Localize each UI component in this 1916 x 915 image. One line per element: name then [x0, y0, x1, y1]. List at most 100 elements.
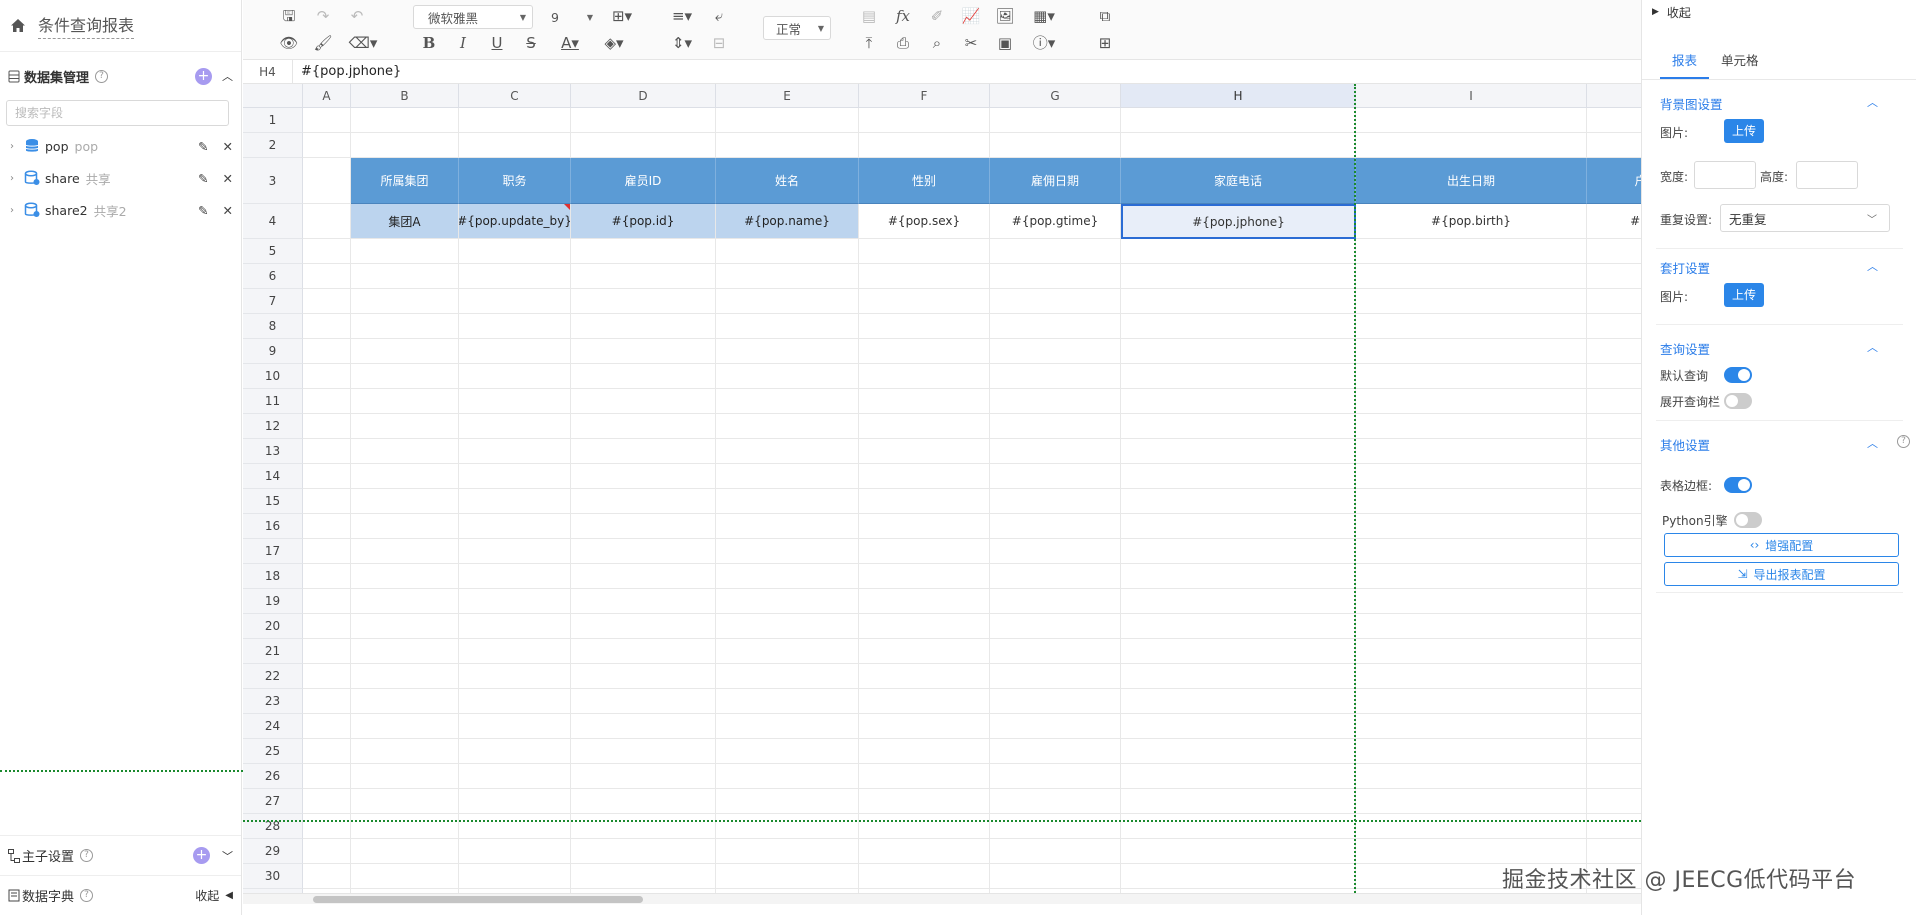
- row-header[interactable]: 18: [243, 564, 303, 589]
- grid-cell[interactable]: [459, 714, 571, 739]
- help-icon[interactable]: ?: [1897, 435, 1910, 448]
- grid-cell[interactable]: [1356, 464, 1587, 489]
- grid-cell[interactable]: [459, 264, 571, 289]
- number-format-select[interactable]: 正常 ▼: [763, 16, 831, 40]
- grid-cell[interactable]: [859, 589, 990, 614]
- data-cell[interactable]: #{pop.gtime}: [990, 204, 1121, 239]
- grid-cell[interactable]: [351, 664, 459, 689]
- dataset-item-pop[interactable]: › pop pop ✎ ✕: [0, 130, 241, 162]
- format-painter-icon[interactable]: 🖌: [313, 33, 333, 53]
- grid-cell[interactable]: [990, 439, 1121, 464]
- master-detail-section[interactable]: 主子设置 ? + ﹀: [0, 835, 241, 875]
- grid-cell[interactable]: [351, 614, 459, 639]
- grid-cell[interactable]: [716, 839, 859, 864]
- grid-cell[interactable]: [303, 514, 351, 539]
- row-header[interactable]: 29: [243, 839, 303, 864]
- grid-cell[interactable]: [303, 464, 351, 489]
- search-icon[interactable]: ⌕: [927, 33, 947, 53]
- grid-cell[interactable]: [990, 339, 1121, 364]
- paste-icon[interactable]: ▣: [995, 33, 1015, 53]
- grid-cell[interactable]: [1587, 108, 1641, 133]
- grid-cell[interactable]: [1121, 789, 1356, 814]
- column-header-A[interactable]: A: [303, 84, 351, 108]
- header-cell[interactable]: 家庭电话: [1121, 158, 1356, 204]
- grid-cell[interactable]: [1587, 689, 1641, 714]
- grid-cell[interactable]: [1587, 314, 1641, 339]
- grid-cell[interactable]: [1121, 839, 1356, 864]
- grid-cell[interactable]: [303, 814, 351, 839]
- data-cell[interactable]: #{pop.birth}: [1356, 204, 1587, 239]
- edit-icon[interactable]: ✎: [198, 171, 208, 186]
- horizontal-scrollbar[interactable]: [243, 893, 1641, 904]
- grid-cell[interactable]: [1356, 539, 1587, 564]
- preview-eye-icon[interactable]: 👁: [279, 33, 299, 53]
- grid-cell[interactable]: [1356, 133, 1587, 158]
- grid-cell[interactable]: [1587, 489, 1641, 514]
- grid-cell[interactable]: [1356, 839, 1587, 864]
- grid-cell[interactable]: [1587, 239, 1641, 264]
- row-header[interactable]: 28: [243, 814, 303, 839]
- grid-cell[interactable]: [351, 314, 459, 339]
- grid-cell[interactable]: [459, 489, 571, 514]
- grid-cell[interactable]: [459, 589, 571, 614]
- grid-cell[interactable]: [1587, 364, 1641, 389]
- help-icon[interactable]: ?: [95, 69, 109, 83]
- chevron-down-icon[interactable]: ﹀: [222, 848, 233, 864]
- report-title[interactable]: 条件查询报表: [38, 12, 135, 39]
- grid-cell[interactable]: [571, 539, 716, 564]
- grid-cell[interactable]: [716, 108, 859, 133]
- grid-cell[interactable]: [1121, 564, 1356, 589]
- grid-cell[interactable]: [859, 814, 990, 839]
- grid-cell[interactable]: [1356, 108, 1587, 133]
- grid-cell[interactable]: [1121, 389, 1356, 414]
- grid-cell[interactable]: [459, 439, 571, 464]
- grid-cell[interactable]: [351, 414, 459, 439]
- grid-cell[interactable]: [716, 464, 859, 489]
- grid-cell[interactable]: [1356, 414, 1587, 439]
- grid-cell[interactable]: [459, 414, 571, 439]
- grid-cell[interactable]: [1356, 239, 1587, 264]
- grid-cell[interactable]: [303, 414, 351, 439]
- grid-cell[interactable]: [303, 239, 351, 264]
- grid-cell[interactable]: [859, 514, 990, 539]
- column-header-B[interactable]: B: [351, 84, 459, 108]
- grid-cell[interactable]: [303, 739, 351, 764]
- save-icon[interactable]: 🖫: [279, 6, 299, 26]
- grid-cell[interactable]: [1121, 108, 1356, 133]
- grid-cell[interactable]: [459, 614, 571, 639]
- row-header[interactable]: 1: [243, 108, 303, 133]
- grid-cell[interactable]: [1587, 339, 1641, 364]
- dataset-item-share[interactable]: › share 共享 ✎ ✕: [0, 162, 241, 194]
- grid-cell[interactable]: [990, 464, 1121, 489]
- grid-cell[interactable]: [990, 639, 1121, 664]
- row-header[interactable]: 9: [243, 339, 303, 364]
- grid-cell[interactable]: [1587, 764, 1641, 789]
- add-master-detail-button[interactable]: +: [193, 847, 210, 864]
- grid-cell[interactable]: [1121, 689, 1356, 714]
- grid-cell[interactable]: [990, 239, 1121, 264]
- data-cell[interactable]: #{pop.id}: [571, 204, 716, 239]
- grid-cell[interactable]: [351, 389, 459, 414]
- row-header[interactable]: 14: [243, 464, 303, 489]
- align-vertical-icon[interactable]: ⇕▾: [667, 33, 697, 53]
- grid-cell[interactable]: [459, 739, 571, 764]
- row-header[interactable]: 24: [243, 714, 303, 739]
- grid-cell[interactable]: [571, 764, 716, 789]
- grid-cell[interactable]: [716, 789, 859, 814]
- grid-cell[interactable]: [1121, 539, 1356, 564]
- grid-cell[interactable]: [459, 108, 571, 133]
- grid-cell[interactable]: [1587, 789, 1641, 814]
- header-cell[interactable]: 所属集团: [351, 158, 459, 204]
- grid-cell[interactable]: [1587, 614, 1641, 639]
- tab-report[interactable]: 报表: [1660, 46, 1710, 79]
- grid-cell[interactable]: [1121, 814, 1356, 839]
- chevron-up-icon[interactable]: ︿: [222, 68, 233, 84]
- grid-cell[interactable]: [1356, 439, 1587, 464]
- grid-cell[interactable]: [716, 133, 859, 158]
- grid-cell[interactable]: [1121, 464, 1356, 489]
- chevron-right-icon[interactable]: ›: [10, 141, 24, 152]
- grid-cell[interactable]: [859, 864, 990, 889]
- close-icon[interactable]: ✕: [223, 203, 233, 218]
- grid-cell[interactable]: [351, 108, 459, 133]
- row-header[interactable]: 11: [243, 389, 303, 414]
